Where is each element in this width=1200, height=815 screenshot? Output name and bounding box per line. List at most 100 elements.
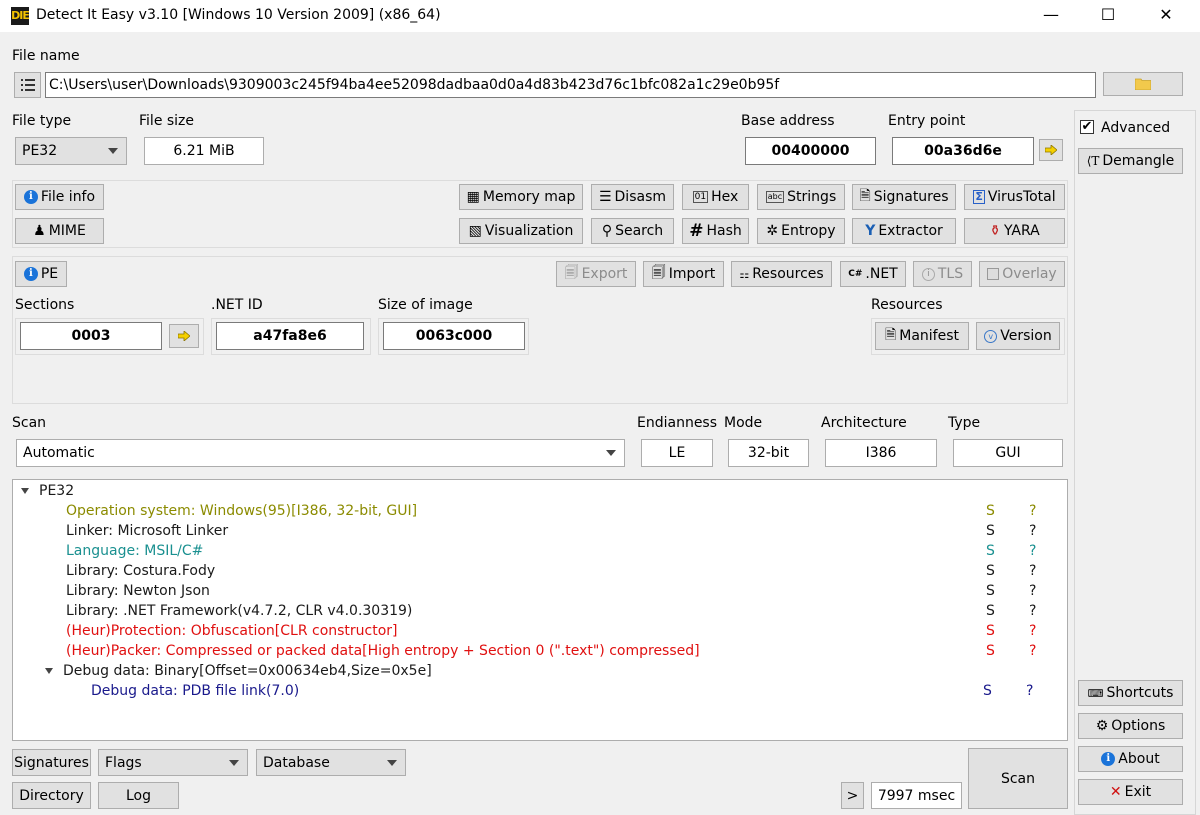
- advanced-checkbox[interactable]: ✔: [1080, 120, 1094, 134]
- hex-label: Hex: [711, 189, 739, 205]
- tree-row[interactable]: (Heur)Protection: Obfuscation[CLR constr…: [66, 621, 1066, 641]
- type-field: GUI: [953, 439, 1063, 467]
- tree-row[interactable]: Debug data: Binary[Offset=0x00634eb4,Siz…: [45, 661, 1045, 681]
- collapse-arrow-icon[interactable]: [21, 488, 29, 494]
- mime-label: MIME: [48, 223, 86, 239]
- browse-file-button[interactable]: [1103, 72, 1183, 96]
- tree-row[interactable]: Operation system: Windows(95)[I386, 32-b…: [66, 501, 1066, 521]
- close-window-button[interactable]: ✕: [1143, 0, 1189, 32]
- search-icon: ⚲: [601, 223, 613, 239]
- signatures-button[interactable]: Signatures: [12, 749, 91, 776]
- tree-row[interactable]: Linker: Microsoft Linker S?: [66, 521, 1066, 541]
- about-button[interactable]: i About: [1078, 746, 1183, 772]
- strings-button[interactable]: abc Strings: [757, 184, 845, 210]
- folder-icon: [1135, 78, 1151, 90]
- tree-row[interactable]: Library: Costura.Fody S?: [66, 561, 1066, 581]
- entry-point-go-button[interactable]: [1039, 139, 1063, 161]
- demangle-button[interactable]: ⟨T Demangle: [1078, 148, 1183, 174]
- chevron-down-icon: [229, 759, 239, 766]
- file-path-input[interactable]: C:\Users\user\Downloads\9309003c245f94ba…: [45, 72, 1096, 98]
- scan-time-field: 7997 msec: [871, 782, 962, 809]
- directory-button[interactable]: Directory: [12, 782, 91, 809]
- result-s-flag: S: [986, 503, 995, 519]
- resources-button[interactable]: ⚏ Resources: [731, 261, 832, 287]
- demangle-icon: ⟨T: [1086, 154, 1100, 168]
- file-info-button[interactable]: i File info: [15, 184, 104, 210]
- size-of-image-field[interactable]: 0063c000: [383, 322, 525, 350]
- tree-row[interactable]: Language: MSIL/C# S?: [66, 541, 1066, 561]
- scan-results-tree[interactable]: PE32 Operation system: Windows(95)[I386,…: [12, 479, 1068, 741]
- manifest-label: Manifest: [899, 328, 959, 344]
- advanced-label[interactable]: Advanced: [1101, 120, 1170, 136]
- endianness-field: LE: [641, 439, 713, 467]
- chevron-down-icon: [606, 450, 616, 456]
- more-info-button[interactable]: >: [841, 782, 864, 809]
- result-q-flag[interactable]: ?: [1029, 541, 1036, 561]
- maximize-button[interactable]: ☐: [1085, 0, 1131, 32]
- yara-button[interactable]: ⚱ YARA: [964, 218, 1065, 244]
- entry-point-field[interactable]: 00a36d6e: [892, 137, 1034, 165]
- resources-icon: ⚏: [739, 267, 750, 281]
- options-button[interactable]: ⚙ Options: [1078, 713, 1183, 739]
- tree-row[interactable]: (Heur)Packer: Compressed or packed data[…: [66, 641, 1066, 661]
- extractor-label: Extractor: [878, 223, 943, 239]
- tree-root-pe32[interactable]: PE32: [21, 481, 74, 501]
- result-q-flag[interactable]: ?: [1029, 621, 1036, 641]
- pe-button[interactable]: i PE: [15, 261, 67, 287]
- tls-button[interactable]: i TLS: [913, 261, 972, 287]
- result-q-flag[interactable]: ?: [1026, 681, 1033, 701]
- flags-select[interactable]: Flags: [98, 749, 248, 776]
- collapse-arrow-icon[interactable]: [45, 668, 53, 674]
- sections-field[interactable]: 0003: [20, 322, 162, 350]
- result-q-flag[interactable]: ?: [1029, 601, 1036, 621]
- file-menu-button[interactable]: [14, 72, 41, 98]
- scan-mode-select[interactable]: Automatic: [16, 439, 625, 467]
- result-q-flag[interactable]: ?: [1029, 501, 1036, 521]
- base-address-field[interactable]: 00400000: [745, 137, 876, 165]
- manifest-button[interactable]: 🗎 Manifest: [875, 322, 969, 350]
- log-button[interactable]: Log: [98, 782, 179, 809]
- import-button[interactable]: 🗐 Import: [643, 261, 724, 287]
- signatures-tool-button[interactable]: 🗎 Signatures: [852, 184, 956, 210]
- database-select[interactable]: Database: [256, 749, 406, 776]
- result-q-flag[interactable]: ?: [1029, 641, 1036, 661]
- disasm-button[interactable]: ☰ Disasm: [591, 184, 674, 210]
- tree-row-debug-pdb[interactable]: Debug data: PDB file link(7.0) S ?: [91, 681, 1131, 701]
- strings-icon: abc: [765, 191, 785, 203]
- demangle-label: Demangle: [1102, 153, 1175, 169]
- overlay-button[interactable]: Overlay: [979, 261, 1065, 287]
- sections-go-button[interactable]: [169, 324, 199, 348]
- size-of-image-label: Size of image: [378, 297, 473, 313]
- result-q-flag[interactable]: ?: [1029, 581, 1036, 601]
- memory-map-button[interactable]: ▦ Memory map: [459, 184, 583, 210]
- net-button[interactable]: C# .NET: [840, 261, 906, 287]
- result-text: Operation system: Windows(95)[I386, 32-b…: [66, 503, 418, 519]
- search-button[interactable]: ⚲ Search: [591, 218, 674, 244]
- overlay-label: Overlay: [1002, 266, 1057, 282]
- hex-button[interactable]: 01 Hex: [682, 184, 749, 210]
- memory-map-label: Memory map: [482, 189, 576, 205]
- export-button[interactable]: 🗐 Export: [556, 261, 636, 287]
- type-label: Type: [948, 415, 981, 431]
- disasm-label: Disasm: [614, 189, 667, 205]
- tree-row[interactable]: Library: .NET Framework(v4.7.2, CLR v4.0…: [66, 601, 1066, 621]
- entropy-button[interactable]: ✲ Entropy: [757, 218, 845, 244]
- chevron-down-icon: [387, 759, 397, 766]
- net-id-field[interactable]: a47fa8e6: [216, 322, 364, 350]
- chevron-down-icon: [108, 148, 118, 154]
- scan-button[interactable]: Scan: [968, 748, 1068, 809]
- version-button[interactable]: v Version: [976, 322, 1060, 350]
- tree-row[interactable]: Library: Newton Json S?: [66, 581, 1066, 601]
- extractor-button[interactable]: Y Extractor: [852, 218, 956, 244]
- file-type-select[interactable]: PE32: [15, 137, 127, 165]
- disasm-icon: ☰: [598, 189, 612, 205]
- virustotal-button[interactable]: Σ VirusTotal: [964, 184, 1065, 210]
- result-q-flag[interactable]: ?: [1029, 561, 1036, 581]
- minimize-button[interactable]: —: [1028, 0, 1074, 32]
- hash-button[interactable]: # Hash: [682, 218, 749, 244]
- visualization-button[interactable]: ▧ Visualization: [459, 218, 583, 244]
- result-q-flag[interactable]: ?: [1029, 521, 1036, 541]
- result-text: Library: Newton Json: [66, 583, 210, 599]
- exit-button[interactable]: ✕ Exit: [1078, 779, 1183, 805]
- mime-button[interactable]: ♟ MIME: [15, 218, 104, 244]
